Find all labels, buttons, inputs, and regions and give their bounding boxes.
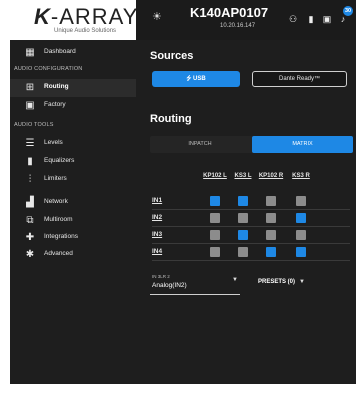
sidebar-item-label: Advanced	[44, 250, 73, 257]
matrix-cell[interactable]	[296, 230, 306, 240]
equalizer-bars-icon: ▮	[27, 156, 33, 167]
levels-sliders-icon: ☰	[25, 138, 35, 149]
matrix-cell[interactable]	[238, 196, 248, 206]
caret-down-icon: ▼	[299, 279, 305, 285]
sidebar-item-label: Dashboard	[44, 48, 76, 55]
row-divider	[152, 226, 350, 227]
row-header: IN2	[152, 214, 163, 221]
matrix-cell[interactable]	[210, 196, 220, 206]
logo-mark: K	[34, 4, 51, 29]
sidebar-item-label: Integrations	[44, 233, 78, 240]
matrix-cell[interactable]	[266, 213, 276, 223]
sidebar-item-network[interactable]: ▟ Network	[10, 194, 136, 212]
matrix-cell[interactable]	[210, 247, 220, 257]
k-array-logo[interactable]: K-ARRAY Unique Audio Solutions	[10, 0, 146, 40]
matrix-cell[interactable]	[238, 213, 248, 223]
brightness-icon[interactable]: ☀	[152, 12, 162, 23]
top-bar: ☀ K140AP0107 10.20.16.147 ⚇ ▮ ▣ ♪ 30	[136, 0, 356, 40]
matrix-cell[interactable]	[266, 247, 276, 257]
notification-badge[interactable]: 30	[343, 6, 353, 16]
usb-label: USB	[193, 76, 206, 82]
matrix-cell[interactable]	[296, 247, 306, 257]
dashboard-icon: ▦	[25, 47, 35, 58]
device-ip: 10.20.16.147	[220, 23, 256, 29]
sidebar-item-equalizers[interactable]: ▮ Equalizers	[10, 153, 136, 171]
dante-source-button[interactable]: Dante Ready™	[252, 71, 347, 87]
matrix-cell[interactable]	[238, 230, 248, 240]
sources-title: Sources	[150, 50, 194, 62]
tab-matrix[interactable]: MATRIX	[252, 136, 353, 153]
logo-text: -ARRAY	[50, 4, 139, 29]
dante-label: Dante Ready™	[278, 76, 321, 82]
signal-bars-icon[interactable]: ▮	[306, 13, 316, 25]
input-select-label: IN 3LR 2	[152, 274, 170, 279]
sidebar-item-advanced[interactable]: ✱ Advanced	[10, 246, 136, 264]
matrix-cell[interactable]	[296, 213, 306, 223]
matrix-cell[interactable]	[266, 196, 276, 206]
caret-down-icon: ▼	[232, 277, 238, 283]
matrix-cell[interactable]	[296, 196, 306, 206]
sidebar-item-label: Equalizers	[44, 157, 75, 164]
column-header: KP102 L	[203, 173, 227, 179]
sidebar-item-label: Multiroom	[44, 216, 73, 223]
column-header: KS3 R	[292, 173, 310, 179]
matrix-cell[interactable]	[210, 230, 220, 240]
section-audio-tools: AUDIO TOOLS	[14, 122, 54, 128]
column-header: KP102 R	[258, 173, 284, 179]
sidebar-item-dashboard[interactable]: ▦ Dashboard	[10, 44, 136, 62]
row-header: IN3	[152, 231, 163, 238]
routing-matrix: KP102 L KS3 L KP102 R KS3 R IN1 IN2 IN3 IN4	[152, 166, 352, 262]
sidebar-item-label: Factory	[44, 101, 66, 108]
factory-icon: ▣	[25, 100, 35, 111]
sidebar: K-ARRAY Unique Audio Solutions ▦ Dashboa…	[10, 0, 146, 384]
matrix-cell[interactable]	[210, 213, 220, 223]
sidebar-item-multiroom[interactable]: ⧉ Multiroom	[10, 212, 136, 230]
input-select[interactable]: IN 3LR 2 Analog(IN2) ▼	[150, 272, 240, 295]
sidebar-item-limiters[interactable]: ⫶ Limiters	[10, 171, 136, 189]
sidebar-item-label: Levels	[44, 139, 63, 146]
people-icon[interactable]: ⚇	[288, 13, 298, 25]
sidebar-item-routing[interactable]: ⊞ Routing	[10, 79, 136, 97]
sidebar-item-levels[interactable]: ☰ Levels	[10, 135, 136, 153]
usb-icon: ⭍	[186, 76, 193, 82]
device-name: K140AP0107	[190, 5, 269, 20]
gear-icon: ✱	[25, 249, 35, 260]
section-audio-configuration: AUDIO CONFIGURATION	[14, 66, 83, 72]
multiroom-icon: ⧉	[26, 215, 34, 226]
main-content: Sources ⭍ USB Dante Ready™ Routing INPAT…	[136, 40, 356, 384]
row-divider	[152, 209, 350, 210]
matrix-cell[interactable]	[266, 230, 276, 240]
lock-icon[interactable]: ▣	[322, 13, 332, 25]
row-divider	[152, 243, 350, 244]
row-divider	[152, 260, 350, 261]
limiter-icon: ⫶	[28, 174, 32, 185]
row-header: IN1	[152, 197, 163, 204]
routing-title: Routing	[150, 113, 192, 125]
app-window: K-ARRAY Unique Audio Solutions ▦ Dashboa…	[10, 0, 356, 384]
network-icon: ▟	[26, 197, 34, 208]
sidebar-item-factory[interactable]: ▣ Factory	[10, 97, 136, 115]
presets-label: PRESETS (0)	[258, 279, 296, 285]
usb-source-button[interactable]: ⭍ USB	[152, 71, 240, 87]
tab-inpatch[interactable]: INPATCH	[150, 136, 250, 153]
sidebar-item-label: Routing	[44, 83, 69, 90]
logo-tagline: Unique Audio Solutions	[54, 28, 117, 34]
row-header: IN4	[152, 248, 163, 255]
integrations-puzzle-icon: ✚	[25, 232, 35, 243]
sidebar-item-label: Limiters	[44, 175, 67, 182]
routing-mode-toggle: INPATCH MATRIX	[150, 136, 353, 153]
sidebar-item-label: Network	[44, 198, 68, 205]
routing-grid-icon: ⊞	[25, 82, 35, 93]
presets-dropdown[interactable]: PRESETS (0) ▼	[258, 279, 305, 285]
matrix-cell[interactable]	[238, 247, 248, 257]
input-select-value: Analog(IN2)	[152, 282, 187, 289]
column-header: KS3 L	[234, 173, 252, 179]
sidebar-item-integrations[interactable]: ✚ Integrations	[10, 229, 136, 247]
